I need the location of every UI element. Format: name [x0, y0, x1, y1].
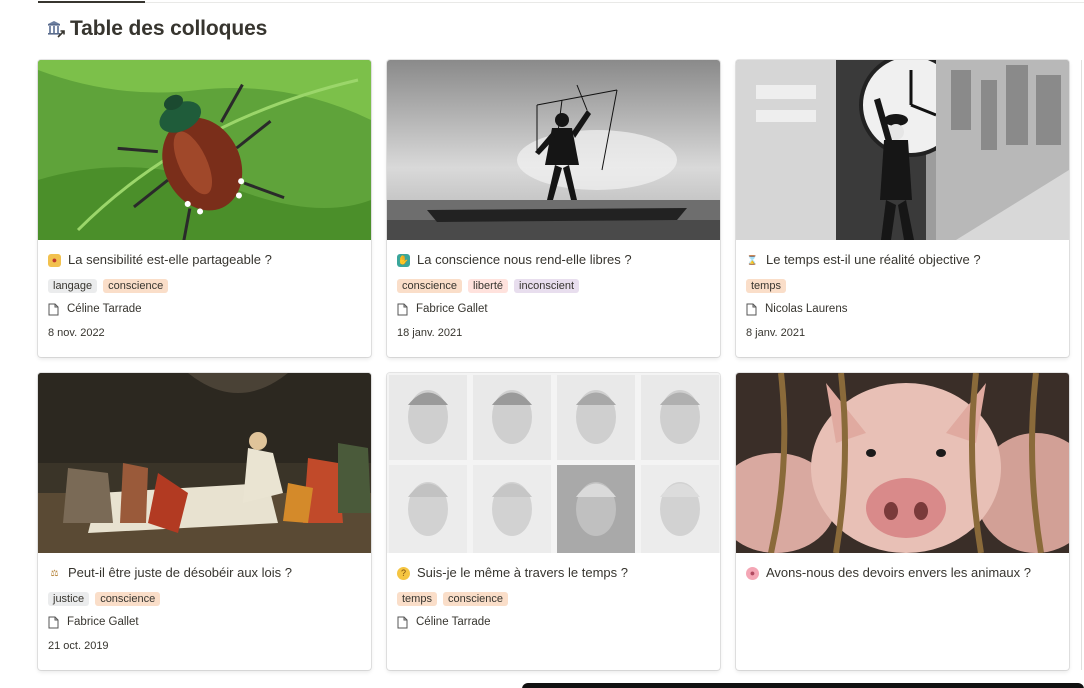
card-cover-image [736, 60, 1069, 240]
card-title: ⚖ Peut-il être juste de désobéir aux loi… [48, 564, 361, 582]
card-author: Fabrice Gallet [48, 615, 361, 630]
author-name: Fabrice Gallet [67, 616, 139, 628]
card-date: 8 nov. 2022 [48, 327, 105, 339]
card-title: ? Suis-je le même à travers le temps ? [397, 564, 710, 582]
hourglass-emoji-icon: ⌛ [746, 254, 759, 265]
author-name: Céline Tarrade [67, 303, 142, 315]
card-title: ⌛ Le temps est-il une réalité objective … [746, 251, 1059, 269]
gallery-card[interactable]: ● La sensibilité est-elle partageable ? … [38, 60, 371, 357]
tag: conscience [442, 592, 509, 606]
tag: temps [746, 279, 786, 293]
author-name: Nicolas Laurens [765, 303, 848, 315]
tag: inconscient [514, 279, 580, 293]
tag: langage [48, 279, 98, 293]
database-header: Table des colloques [46, 14, 267, 44]
page-icon [48, 616, 59, 629]
bottom-toolbar[interactable] [522, 683, 1084, 688]
thinking-face-emoji-icon: ? [397, 566, 410, 580]
card-title-text: Peut-il être juste de désobéir aux lois … [68, 565, 293, 580]
tag: conscience [95, 592, 161, 606]
card-title-text: Le temps est-il une réalité objective ? [766, 252, 981, 267]
tag: liberté [468, 279, 509, 293]
card-date: 8 janv. 2021 [746, 327, 806, 339]
database-title[interactable]: Table des colloques [70, 17, 267, 41]
card-title-text: Suis-je le même à travers le temps ? [417, 565, 628, 580]
card-title: ● La sensibilité est-elle partageable ? [48, 251, 361, 269]
card-cover-image [38, 373, 371, 553]
card-title: ✋ La conscience nous rend-elle libres ? [397, 251, 710, 269]
card-tags: conscience liberté inconscient [397, 279, 710, 293]
columns-building-icon [48, 21, 65, 38]
author-name: Fabrice Gallet [416, 303, 488, 315]
tag: justice [48, 592, 90, 606]
card-tags: justice conscience [48, 592, 361, 606]
page-icon [48, 303, 59, 316]
tag: conscience [397, 279, 463, 293]
view-tab-divider [38, 2, 1084, 3]
gallery-card[interactable]: ⚖ Peut-il être juste de désobéir aux loi… [38, 373, 371, 670]
gallery-card[interactable]: ● Avons-nous des devoirs envers les anim… [736, 373, 1069, 670]
pig-face-emoji-icon: ● [746, 566, 759, 580]
gallery-page: Table des colloques ● La sensibilité est… [0, 0, 1084, 688]
card-author: Fabrice Gallet [397, 302, 710, 317]
card-title-text: La sensibilité est-elle partageable ? [68, 252, 272, 267]
card-tags: temps [746, 279, 1059, 293]
mask-emoji-icon: ● [48, 253, 61, 267]
card-tags: temps conscience [397, 592, 710, 606]
gallery-card[interactable]: ⌛ Le temps est-il une réalité objective … [736, 60, 1069, 357]
tag: conscience [103, 279, 169, 293]
scales-emoji-icon: ⚖ [50, 567, 59, 578]
card-title: ● Avons-nous des devoirs envers les anim… [746, 564, 1059, 582]
page-icon [397, 303, 408, 316]
page-icon [746, 303, 757, 316]
card-title-text: Avons-nous des devoirs envers les animau… [766, 565, 1031, 580]
card-cover-image [387, 60, 720, 240]
page-icon [397, 616, 408, 629]
active-view-tab-indicator[interactable] [38, 1, 145, 3]
card-cover-image [736, 373, 1069, 553]
card-author: Céline Tarrade [397, 615, 710, 630]
card-tags: langage conscience [48, 279, 361, 293]
hand-emoji-icon: ✋ [397, 253, 410, 267]
card-author: Céline Tarrade [48, 302, 361, 317]
next-column-card-edge [1081, 60, 1082, 670]
author-name: Céline Tarrade [416, 616, 491, 628]
card-date: 18 janv. 2021 [397, 327, 463, 339]
gallery-card[interactable]: ✋ La conscience nous rend-elle libres ? … [387, 60, 720, 357]
card-date: 21 oct. 2019 [48, 640, 109, 652]
card-author: Nicolas Laurens [746, 302, 1059, 317]
tag: temps [397, 592, 437, 606]
card-cover-image [38, 60, 371, 240]
gallery-card[interactable]: ? Suis-je le même à travers le temps ? t… [387, 373, 720, 670]
card-title-text: La conscience nous rend-elle libres ? [417, 252, 632, 267]
card-cover-image [387, 373, 720, 553]
